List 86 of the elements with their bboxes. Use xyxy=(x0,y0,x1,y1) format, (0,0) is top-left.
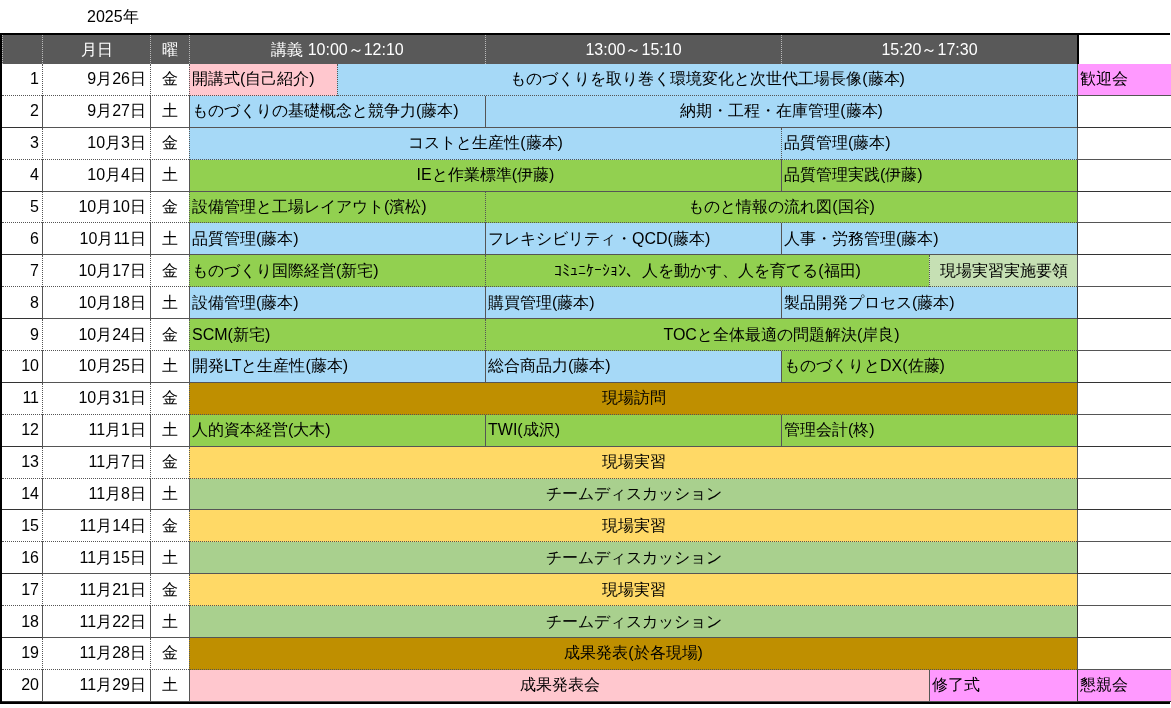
session-cell: 現場訪問 xyxy=(189,382,1077,415)
date-cell: 10月25日 xyxy=(42,351,150,383)
year-label: 2025年 xyxy=(87,6,139,27)
date-cell: 11月1日 xyxy=(42,414,150,447)
column-header: 15:20～17:30 xyxy=(781,35,1077,64)
weekday-cell: 金 xyxy=(150,255,189,288)
weekday-cell: 金 xyxy=(150,319,189,351)
session-cell: 管理会計(柊) xyxy=(781,414,1077,447)
session-cell: 成果発表会 xyxy=(189,669,929,702)
weekday-cell: 金 xyxy=(150,64,189,96)
session-cell: 品質管理(藤本) xyxy=(781,127,1077,160)
weekday-cell: 金 xyxy=(150,446,189,479)
session-cell: 開発LTと生産性(藤本) xyxy=(189,351,485,383)
event-cell: 懇親会 xyxy=(1077,669,1171,702)
session-cell: チームディスカッション xyxy=(189,542,1077,575)
session-cell: 品質管理実践(伊藤) xyxy=(781,159,1077,192)
session-cell: 設備管理(藤本) xyxy=(189,287,485,320)
session-cell: チームディスカッション xyxy=(189,478,1077,511)
session-cell: 成果発表(於各現場) xyxy=(189,638,1077,670)
session-cell: SCM(新宅) xyxy=(189,319,485,351)
date-cell: 10月4日 xyxy=(42,159,150,192)
date-cell: 10月10日 xyxy=(42,191,150,224)
weekday-cell: 金 xyxy=(150,382,189,415)
session-cell: 現場実習実施要領 xyxy=(929,255,1077,288)
column-header: 曜 xyxy=(150,35,189,64)
weekday-cell: 土 xyxy=(150,159,189,192)
weekday-cell: 土 xyxy=(150,478,189,511)
weekday-cell: 金 xyxy=(150,191,189,224)
weekday-cell: 土 xyxy=(150,414,189,447)
date-cell: 10月18日 xyxy=(42,287,150,320)
session-cell: 品質管理(藤本) xyxy=(189,223,485,256)
session-cell: 納期・工程・在庫管理(藤本) xyxy=(485,95,1077,128)
session-cell: 修了式 xyxy=(929,669,1077,702)
date-cell: 11月22日 xyxy=(42,606,150,639)
weekday-cell: 土 xyxy=(150,287,189,320)
session-cell: IEと作業標準(伊藤) xyxy=(189,159,781,192)
date-cell: 11月7日 xyxy=(42,446,150,479)
date-cell: 11月28日 xyxy=(42,638,150,670)
session-cell: ものづくり国際経営(新宅) xyxy=(189,255,485,288)
session-cell: 設備管理と工場レイアウト(濱松) xyxy=(189,191,485,224)
date-cell: 11月14日 xyxy=(42,510,150,543)
date-cell: 9月26日 xyxy=(42,64,150,96)
date-cell: 10月11日 xyxy=(42,223,150,256)
session-cell: チームディスカッション xyxy=(189,606,1077,639)
column-header: 講義 10:00～12:10 xyxy=(189,35,485,64)
session-cell: ものづくりとDX(佐藤) xyxy=(781,351,1077,383)
session-cell: 製品開発プロセス(藤本) xyxy=(781,287,1077,320)
date-cell: 11月15日 xyxy=(42,542,150,575)
date-cell: 10月3日 xyxy=(42,127,150,160)
session-cell: 人的資本経営(大木) xyxy=(189,414,485,447)
weekday-cell: 金 xyxy=(150,127,189,160)
date-cell: 11月21日 xyxy=(42,574,150,607)
column-header: 13:00～15:10 xyxy=(485,35,781,64)
weekday-cell: 金 xyxy=(150,574,189,607)
date-cell: 9月27日 xyxy=(42,95,150,128)
session-cell: フレキシビリティ・QCD(藤本) xyxy=(485,223,781,256)
weekday-cell: 土 xyxy=(150,669,189,702)
column-header: 月日 xyxy=(42,35,150,64)
date-cell: 10月31日 xyxy=(42,382,150,415)
date-cell: 10月17日 xyxy=(42,255,150,288)
session-cell: ｺﾐｭﾆｹｰｼｮﾝ、人を動かす、人を育てる(福田) xyxy=(485,255,929,288)
weekday-cell: 金 xyxy=(150,638,189,670)
session-cell: ものづくりの基礎概念と競争力(藤本) xyxy=(189,95,485,128)
session-cell: 現場実習 xyxy=(189,510,1077,543)
event-cell: 歓迎会 xyxy=(1077,64,1171,96)
session-cell: 現場実習 xyxy=(189,446,1077,479)
weekday-cell: 金 xyxy=(150,510,189,543)
session-cell: TWI(成沢) xyxy=(485,414,781,447)
date-cell: 10月24日 xyxy=(42,319,150,351)
session-cell: ものと情報の流れ図(国谷) xyxy=(485,191,1077,224)
weekday-cell: 土 xyxy=(150,606,189,639)
session-cell: 購買管理(藤本) xyxy=(485,287,781,320)
session-cell: 開講式(自己紹介) xyxy=(189,64,337,96)
session-cell: ものづくりを取り巻く環境変化と次世代工場長像(藤本) xyxy=(337,64,1077,96)
session-cell: TOCと全体最適の問題解決(岸良) xyxy=(485,319,1077,351)
weekday-cell: 土 xyxy=(150,542,189,575)
weekday-cell: 土 xyxy=(150,223,189,256)
weekday-cell: 土 xyxy=(150,95,189,128)
weekday-cell: 土 xyxy=(150,351,189,383)
session-cell: コストと生産性(藤本) xyxy=(189,127,781,160)
date-cell: 11月8日 xyxy=(42,478,150,511)
session-cell: 現場実習 xyxy=(189,574,1077,607)
date-cell: 11月29日 xyxy=(42,669,150,702)
session-cell: 総合商品力(藤本) xyxy=(485,351,781,383)
column-header xyxy=(2,35,42,64)
session-cell: 人事・労務管理(藤本) xyxy=(781,223,1077,256)
